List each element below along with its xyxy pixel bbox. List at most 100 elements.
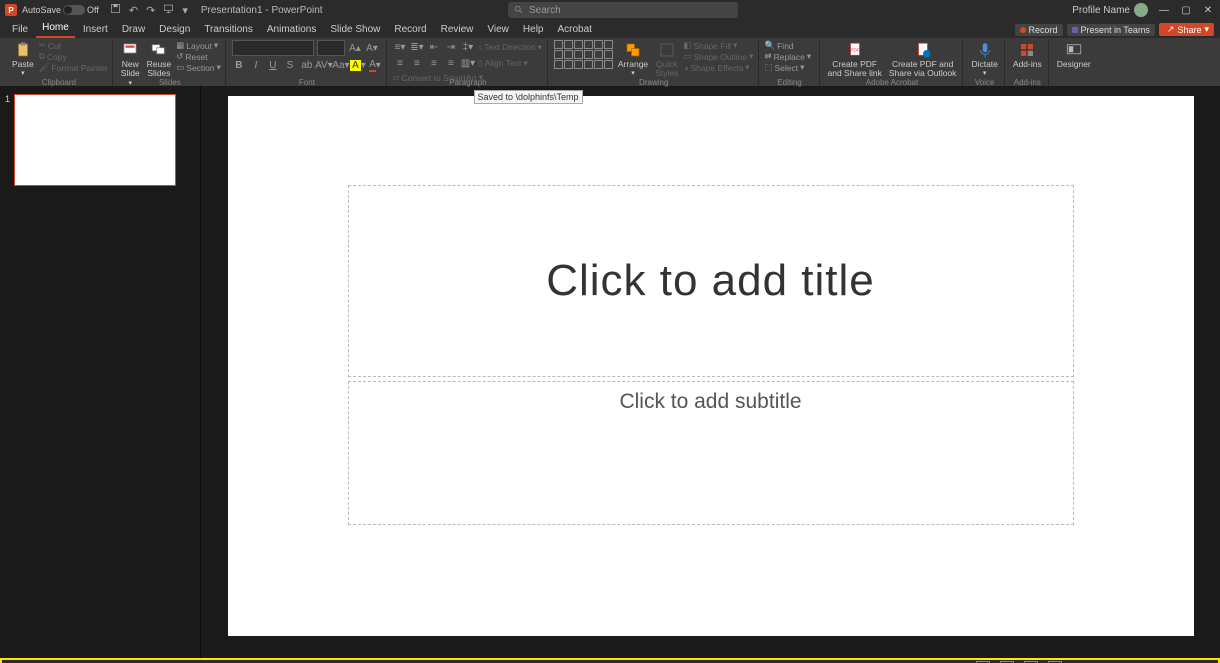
autosave-toggle[interactable]: AutoSave Off	[22, 5, 99, 15]
slide-thumbnail[interactable]: 1	[8, 94, 192, 186]
save-icon[interactable]	[110, 3, 121, 17]
maximize-button[interactable]: ▢	[1180, 5, 1192, 16]
tab-acrobat[interactable]: Acrobat	[551, 22, 597, 38]
shapes-gallery[interactable]	[554, 40, 613, 69]
tab-slideshow[interactable]: Slide Show	[324, 22, 386, 38]
paste-button[interactable]: Paste▾	[10, 40, 36, 79]
reset-button[interactable]: ↺ Reset	[176, 51, 221, 62]
strike-button[interactable]: S	[283, 58, 297, 72]
workspace: 1 Saved to \dolphinfs\Temp Click to add …	[0, 86, 1220, 658]
cut-button[interactable]: ✂ Cut	[39, 40, 108, 51]
tab-home[interactable]: Home	[36, 20, 75, 38]
minimize-button[interactable]: —	[1158, 5, 1170, 16]
toggle-switch-icon[interactable]	[63, 5, 85, 15]
ribbon-group-slides: New Slide▾ Reuse Slides ▦ Layout ▾ ↺ Res…	[115, 40, 226, 86]
status-bar: Slide 1 of 1 English (United Kingdom) Ac…	[0, 658, 1220, 663]
slide-thumbnail-panel[interactable]: 1	[0, 86, 201, 658]
numbering-button[interactable]: ≣▾	[410, 40, 424, 54]
avatar-icon	[1134, 3, 1148, 17]
shadow-button[interactable]: ab	[300, 58, 314, 72]
qat-dropdown-icon[interactable]: ▾	[182, 4, 188, 17]
create-pdf-share-button[interactable]: PDF Create PDF and Share link	[826, 40, 884, 80]
thumbnail-preview[interactable]	[14, 94, 176, 186]
underline-button[interactable]: U	[266, 58, 280, 72]
close-button[interactable]: ✕	[1202, 5, 1214, 16]
change-case-button[interactable]: Aa▾	[334, 58, 348, 72]
present-in-teams-button[interactable]: Present in Teams	[1067, 24, 1155, 36]
find-button[interactable]: 🔍 Find	[765, 40, 815, 51]
tab-help[interactable]: Help	[517, 22, 550, 38]
tab-file[interactable]: File	[6, 22, 34, 38]
tab-animations[interactable]: Animations	[261, 22, 322, 38]
create-pdf-outlook-button[interactable]: Create PDF and Share via Outlook	[887, 40, 959, 80]
line-spacing-button[interactable]: ‡▾	[461, 40, 475, 54]
align-text-button[interactable]: ▯ Align Text ▾	[478, 58, 528, 69]
ribbon-group-editing: 🔍 Find ⇄ Replace ▾ ⬚ Select ▾ Editing	[761, 40, 820, 86]
record-button[interactable]: Record	[1015, 24, 1063, 36]
decrease-font-icon[interactable]: A▾	[365, 41, 379, 55]
svg-text:PDF: PDF	[850, 48, 859, 53]
ribbon-group-font: A▴ A▾ B I U S ab AV▾ Aa▾ A▾ A▾ Font	[228, 40, 387, 86]
tab-insert[interactable]: Insert	[77, 22, 114, 38]
layout-button[interactable]: ▦ Layout ▾	[176, 40, 221, 51]
bullets-button[interactable]: ≡▾	[393, 40, 407, 54]
shape-outline-button[interactable]: ▭ Shape Outline ▾	[683, 51, 753, 62]
addins-button[interactable]: Add-ins	[1011, 40, 1044, 70]
shape-fill-button[interactable]: ◧ Shape Fill ▾	[683, 40, 753, 51]
subtitle-placeholder[interactable]: Click to add subtitle	[348, 381, 1074, 525]
designer-button[interactable]: Designer	[1055, 40, 1093, 70]
format-painter-button[interactable]: 🖌 Format Painter	[39, 62, 108, 73]
tab-view[interactable]: View	[481, 22, 515, 38]
select-button[interactable]: ⬚ Select ▾	[765, 62, 815, 73]
thumbnail-number: 1	[5, 94, 10, 104]
ribbon-group-drawing: Arrange▾ Quick Styles ◧ Shape Fill ▾ ▭ S…	[550, 40, 759, 86]
justify-button[interactable]: ≡	[444, 56, 458, 70]
profile-button[interactable]: Profile Name	[1072, 3, 1148, 17]
outdent-button[interactable]: ⇤	[427, 40, 441, 54]
ribbon-group-addins: Add-ins Add-ins	[1007, 40, 1049, 86]
start-slideshow-icon[interactable]	[163, 3, 174, 17]
quick-styles-button[interactable]: Quick Styles	[653, 40, 680, 80]
share-button[interactable]: ↗ Share ▾	[1159, 23, 1214, 36]
tab-record[interactable]: Record	[388, 22, 432, 38]
align-left-button[interactable]: ≡	[393, 56, 407, 70]
redo-icon[interactable]: ↷	[146, 4, 155, 17]
italic-button[interactable]: I	[249, 58, 263, 72]
char-spacing-button[interactable]: AV▾	[317, 58, 331, 72]
tab-transitions[interactable]: Transitions	[198, 22, 259, 38]
section-button[interactable]: ▭ Section ▾	[176, 62, 221, 73]
copy-button[interactable]: ⧉ Copy	[39, 51, 108, 62]
search-box[interactable]: Search	[508, 2, 738, 18]
columns-button[interactable]: ▥▾	[461, 56, 475, 70]
highlight-button[interactable]: A▾	[351, 58, 365, 72]
group-label: Clipboard	[6, 78, 112, 87]
text-direction-button[interactable]: ↕ Text Direction ▾	[478, 42, 542, 53]
quick-access-toolbar: ↶ ↷ ▾	[110, 3, 188, 17]
tab-review[interactable]: Review	[435, 22, 480, 38]
font-color-button[interactable]: A▾	[368, 58, 382, 72]
bold-button[interactable]: B	[232, 58, 246, 72]
shape-effects-button[interactable]: ◑ Shape Effects ▾	[683, 62, 753, 73]
increase-font-icon[interactable]: A▴	[348, 41, 362, 55]
ribbon-group-paragraph: ≡▾ ≣▾ ⇤ ⇥ ‡▾ ↕ Text Direction ▾ ≡ ≡ ≡ ≡ …	[389, 40, 548, 86]
align-right-button[interactable]: ≡	[427, 56, 441, 70]
undo-icon[interactable]: ↶	[129, 4, 138, 17]
canvas-area[interactable]: Saved to \dolphinfs\Temp Click to add ti…	[201, 86, 1220, 658]
title-placeholder[interactable]: Click to add title	[348, 185, 1074, 377]
dictate-button[interactable]: Dictate▾	[969, 40, 999, 79]
reuse-slides-button[interactable]: Reuse Slides	[145, 40, 174, 80]
replace-button[interactable]: ⇄ Replace ▾	[765, 51, 815, 62]
slide-canvas[interactable]: Saved to \dolphinfs\Temp Click to add ti…	[228, 96, 1194, 636]
ribbon-group-clipboard: Paste▾ ✂ Cut ⧉ Copy 🖌 Format Painter Cli…	[6, 40, 113, 86]
arrange-button[interactable]: Arrange▾	[616, 40, 650, 79]
title-placeholder-text: Click to add title	[546, 256, 875, 306]
font-size-select[interactable]	[317, 40, 345, 56]
align-center-button[interactable]: ≡	[410, 56, 424, 70]
title-bar: P AutoSave Off ↶ ↷ ▾ Presentation1 - Pow…	[0, 0, 1220, 20]
tab-actions: Record Present in Teams ↗ Share ▾	[1015, 23, 1215, 36]
indent-button[interactable]: ⇥	[444, 40, 458, 54]
titlebar-left: P AutoSave Off ↶ ↷ ▾ Presentation1 - Pow…	[0, 3, 323, 17]
tab-design[interactable]: Design	[153, 22, 196, 38]
tab-draw[interactable]: Draw	[116, 22, 151, 38]
font-family-select[interactable]	[232, 40, 314, 56]
